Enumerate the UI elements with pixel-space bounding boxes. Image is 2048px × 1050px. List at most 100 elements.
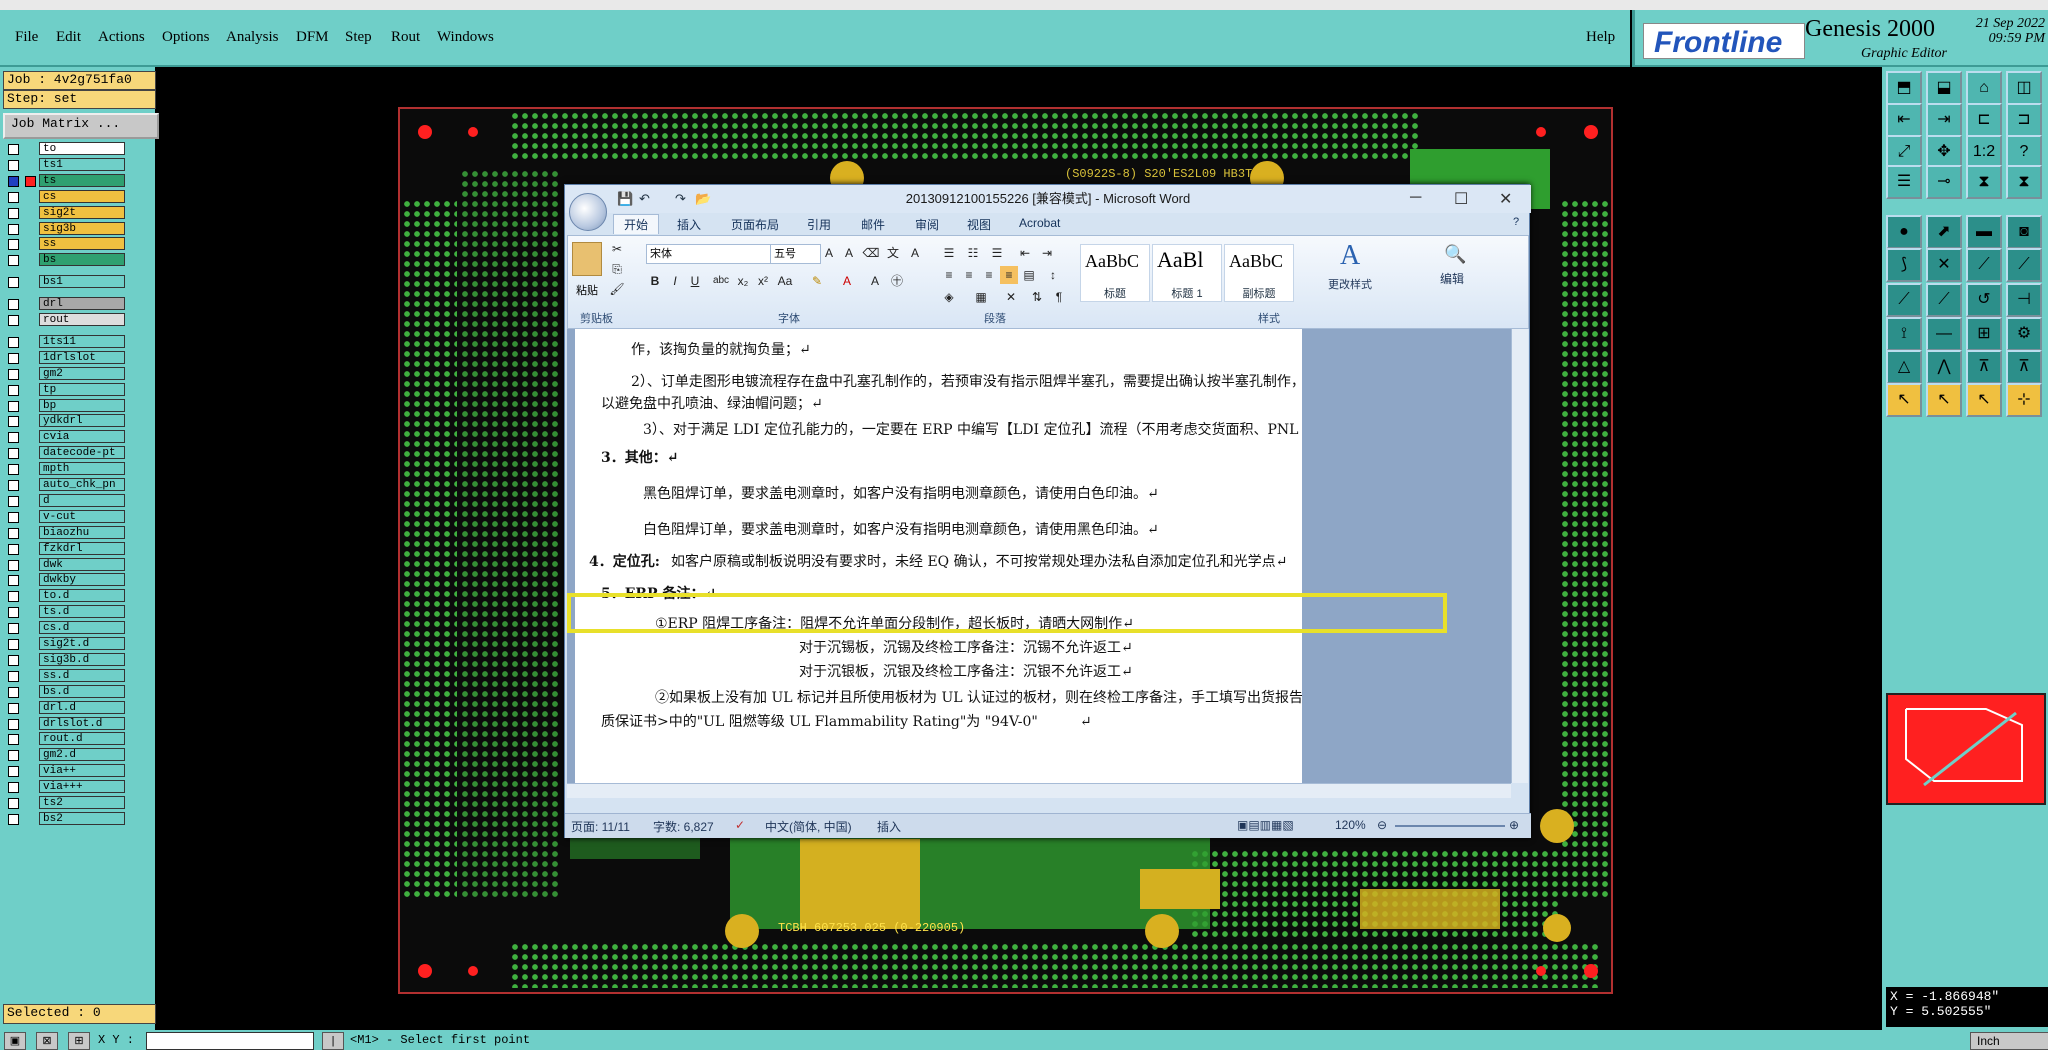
pointer-icon[interactable]: ↖ [1886, 383, 1922, 417]
trace-icon[interactable]: ⟋ [1886, 283, 1922, 317]
gate-2-icon[interactable]: ⊼ [2006, 350, 2042, 384]
layer-checkbox[interactable] [8, 591, 19, 603]
layer-row[interactable]: drl.d [3, 700, 127, 715]
snap-icon[interactable]: ⊸ [1926, 165, 1962, 199]
layer-row[interactable]: fzkdrl [3, 541, 127, 556]
layer-checkbox[interactable] [8, 686, 19, 698]
format-painter-icon[interactable]: 🖌 [608, 280, 626, 298]
style-heading-1[interactable]: AaBl 标题 1 [1152, 244, 1222, 302]
line-spacing-icon[interactable]: ↕ [1044, 266, 1062, 284]
distribute-icon[interactable]: ▤ [1020, 266, 1038, 284]
cross-icon[interactable]: ✕ [1926, 248, 1962, 282]
italic-icon[interactable]: I [666, 272, 684, 290]
layer-checkbox[interactable] [8, 191, 19, 203]
shading-icon[interactable]: ◈ [940, 288, 958, 306]
layer-row[interactable]: v-cut [3, 509, 127, 524]
menu-options[interactable]: Options [162, 29, 210, 46]
layer-name[interactable]: cs [39, 189, 125, 203]
increase-indent-icon[interactable]: ⇥ [1038, 244, 1056, 262]
char-shading-icon[interactable]: A [866, 272, 884, 290]
superscript-icon[interactable]: x² [754, 272, 772, 290]
enclose-char-icon[interactable]: ㊉ [888, 272, 906, 290]
layer-name[interactable]: via+++ [39, 780, 125, 794]
layer-row[interactable]: d [3, 493, 127, 508]
help-icon[interactable]: ? [2006, 135, 2042, 169]
font-name-select[interactable]: 宋体 [646, 244, 771, 264]
sort-icon[interactable]: ⇅ [1028, 288, 1046, 306]
layer-checkbox[interactable] [8, 239, 19, 251]
measure-2-icon[interactable]: ⧗ [2006, 165, 2042, 199]
layer-row[interactable]: bs1 [3, 275, 127, 289]
strikethrough-icon[interactable]: abc [712, 272, 730, 290]
layer-row[interactable]: sig3b [3, 221, 127, 236]
layer-checkbox[interactable] [8, 144, 19, 155]
layer-name[interactable]: mpth [39, 462, 125, 476]
layer-name[interactable]: v-cut [39, 509, 125, 523]
pan-icon[interactable]: ✥ [1926, 135, 1962, 169]
style-subtitle[interactable]: AaBbC 副标题 [1224, 244, 1294, 302]
layer-name[interactable]: dwk [39, 557, 125, 571]
char-border-icon[interactable]: A [906, 244, 924, 262]
subscript-icon[interactable]: x₂ [734, 272, 752, 290]
phonetic-icon[interactable]: 文 [884, 244, 902, 262]
menu-edit[interactable]: Edit [56, 29, 81, 46]
slash-icon[interactable]: ⟋ [1966, 248, 2002, 282]
layer-checkbox[interactable] [8, 464, 19, 476]
layer-checkbox[interactable] [8, 277, 19, 289]
layer-name[interactable]: ts.d [39, 605, 125, 619]
gate-icon[interactable]: ⊼ [1966, 350, 2002, 384]
layer-row[interactable]: ss.d [3, 668, 127, 683]
layer-name[interactable]: bs.d [39, 684, 125, 698]
layer-checkbox[interactable] [8, 750, 19, 762]
layer-row[interactable]: via+++ [3, 780, 127, 794]
tool-icon[interactable]: ⊠ [36, 1032, 58, 1050]
layer-name[interactable]: bp [39, 398, 125, 412]
layer-checkbox[interactable] [8, 543, 19, 555]
grow-font-icon[interactable]: A [820, 244, 838, 262]
trace-2-icon[interactable]: ⟋ [1926, 283, 1962, 317]
layer-name[interactable]: bs2 [39, 811, 125, 825]
layer-row[interactable]: sig3b.d [3, 652, 127, 667]
justify-icon[interactable]: ≡ [1000, 266, 1018, 284]
tool-icon[interactable]: | [322, 1032, 344, 1050]
pan-left-icon[interactable]: ⇤ [1886, 103, 1922, 137]
proofing-icon[interactable]: ✓ [735, 818, 745, 832]
layer-row[interactable]: auto_chk_pn [3, 478, 127, 492]
layer-name[interactable]: tp [39, 382, 125, 396]
layer-row[interactable]: 1drlslot [3, 350, 127, 365]
layer-name[interactable]: bs [39, 253, 125, 267]
layer-name[interactable]: rout [39, 313, 125, 326]
mirror-icon[interactable]: ⟟ [1886, 317, 1922, 351]
zoom-fit-icon[interactable]: ⬓ [1926, 71, 1962, 105]
menu-step[interactable]: Step [345, 29, 372, 46]
page-count[interactable]: 页面: 11/11 [571, 818, 630, 835]
pointer-2-icon[interactable]: ↖ [1926, 383, 1962, 417]
layer-row[interactable]: tp [3, 382, 127, 397]
layer-name[interactable]: gm2 [39, 366, 125, 380]
layer-checkbox[interactable] [8, 798, 19, 809]
tool-icon[interactable]: ⊞ [68, 1032, 90, 1050]
layer-checkbox[interactable] [8, 432, 19, 444]
step-right-icon[interactable]: ⊐ [2006, 103, 2042, 137]
layer-checkbox[interactable] [8, 782, 19, 794]
menu-help[interactable]: Help [1586, 29, 1615, 46]
line-icon[interactable]: ⬈ [1926, 215, 1962, 249]
word-count[interactable]: 字数: 6,827 [653, 818, 714, 835]
open-icon[interactable]: 📂 [695, 191, 711, 207]
scale-icon[interactable]: 1:2 [1966, 135, 2002, 169]
cut-icon[interactable]: ✂ [608, 240, 626, 258]
layer-row[interactable]: ydkdrl [3, 414, 127, 428]
job-matrix-button[interactable]: Job Matrix ... [3, 113, 159, 139]
layer-checkbox[interactable] [8, 495, 19, 507]
layer-row[interactable]: ss [3, 237, 127, 251]
layer-checkbox[interactable] [8, 511, 19, 523]
layer-name[interactable]: drl.d [39, 700, 125, 714]
layer-checkbox[interactable] [8, 299, 19, 311]
layer-checkbox[interactable] [8, 175, 19, 187]
multilevel-icon[interactable]: ☰ [988, 244, 1006, 262]
layer-row[interactable]: sig2t.d [3, 637, 127, 651]
layer-row[interactable]: gm2 [3, 366, 127, 381]
layer-name[interactable]: dwkby [39, 573, 125, 587]
menu-windows[interactable]: Windows [437, 29, 494, 46]
layer-checkbox[interactable] [8, 480, 19, 491]
